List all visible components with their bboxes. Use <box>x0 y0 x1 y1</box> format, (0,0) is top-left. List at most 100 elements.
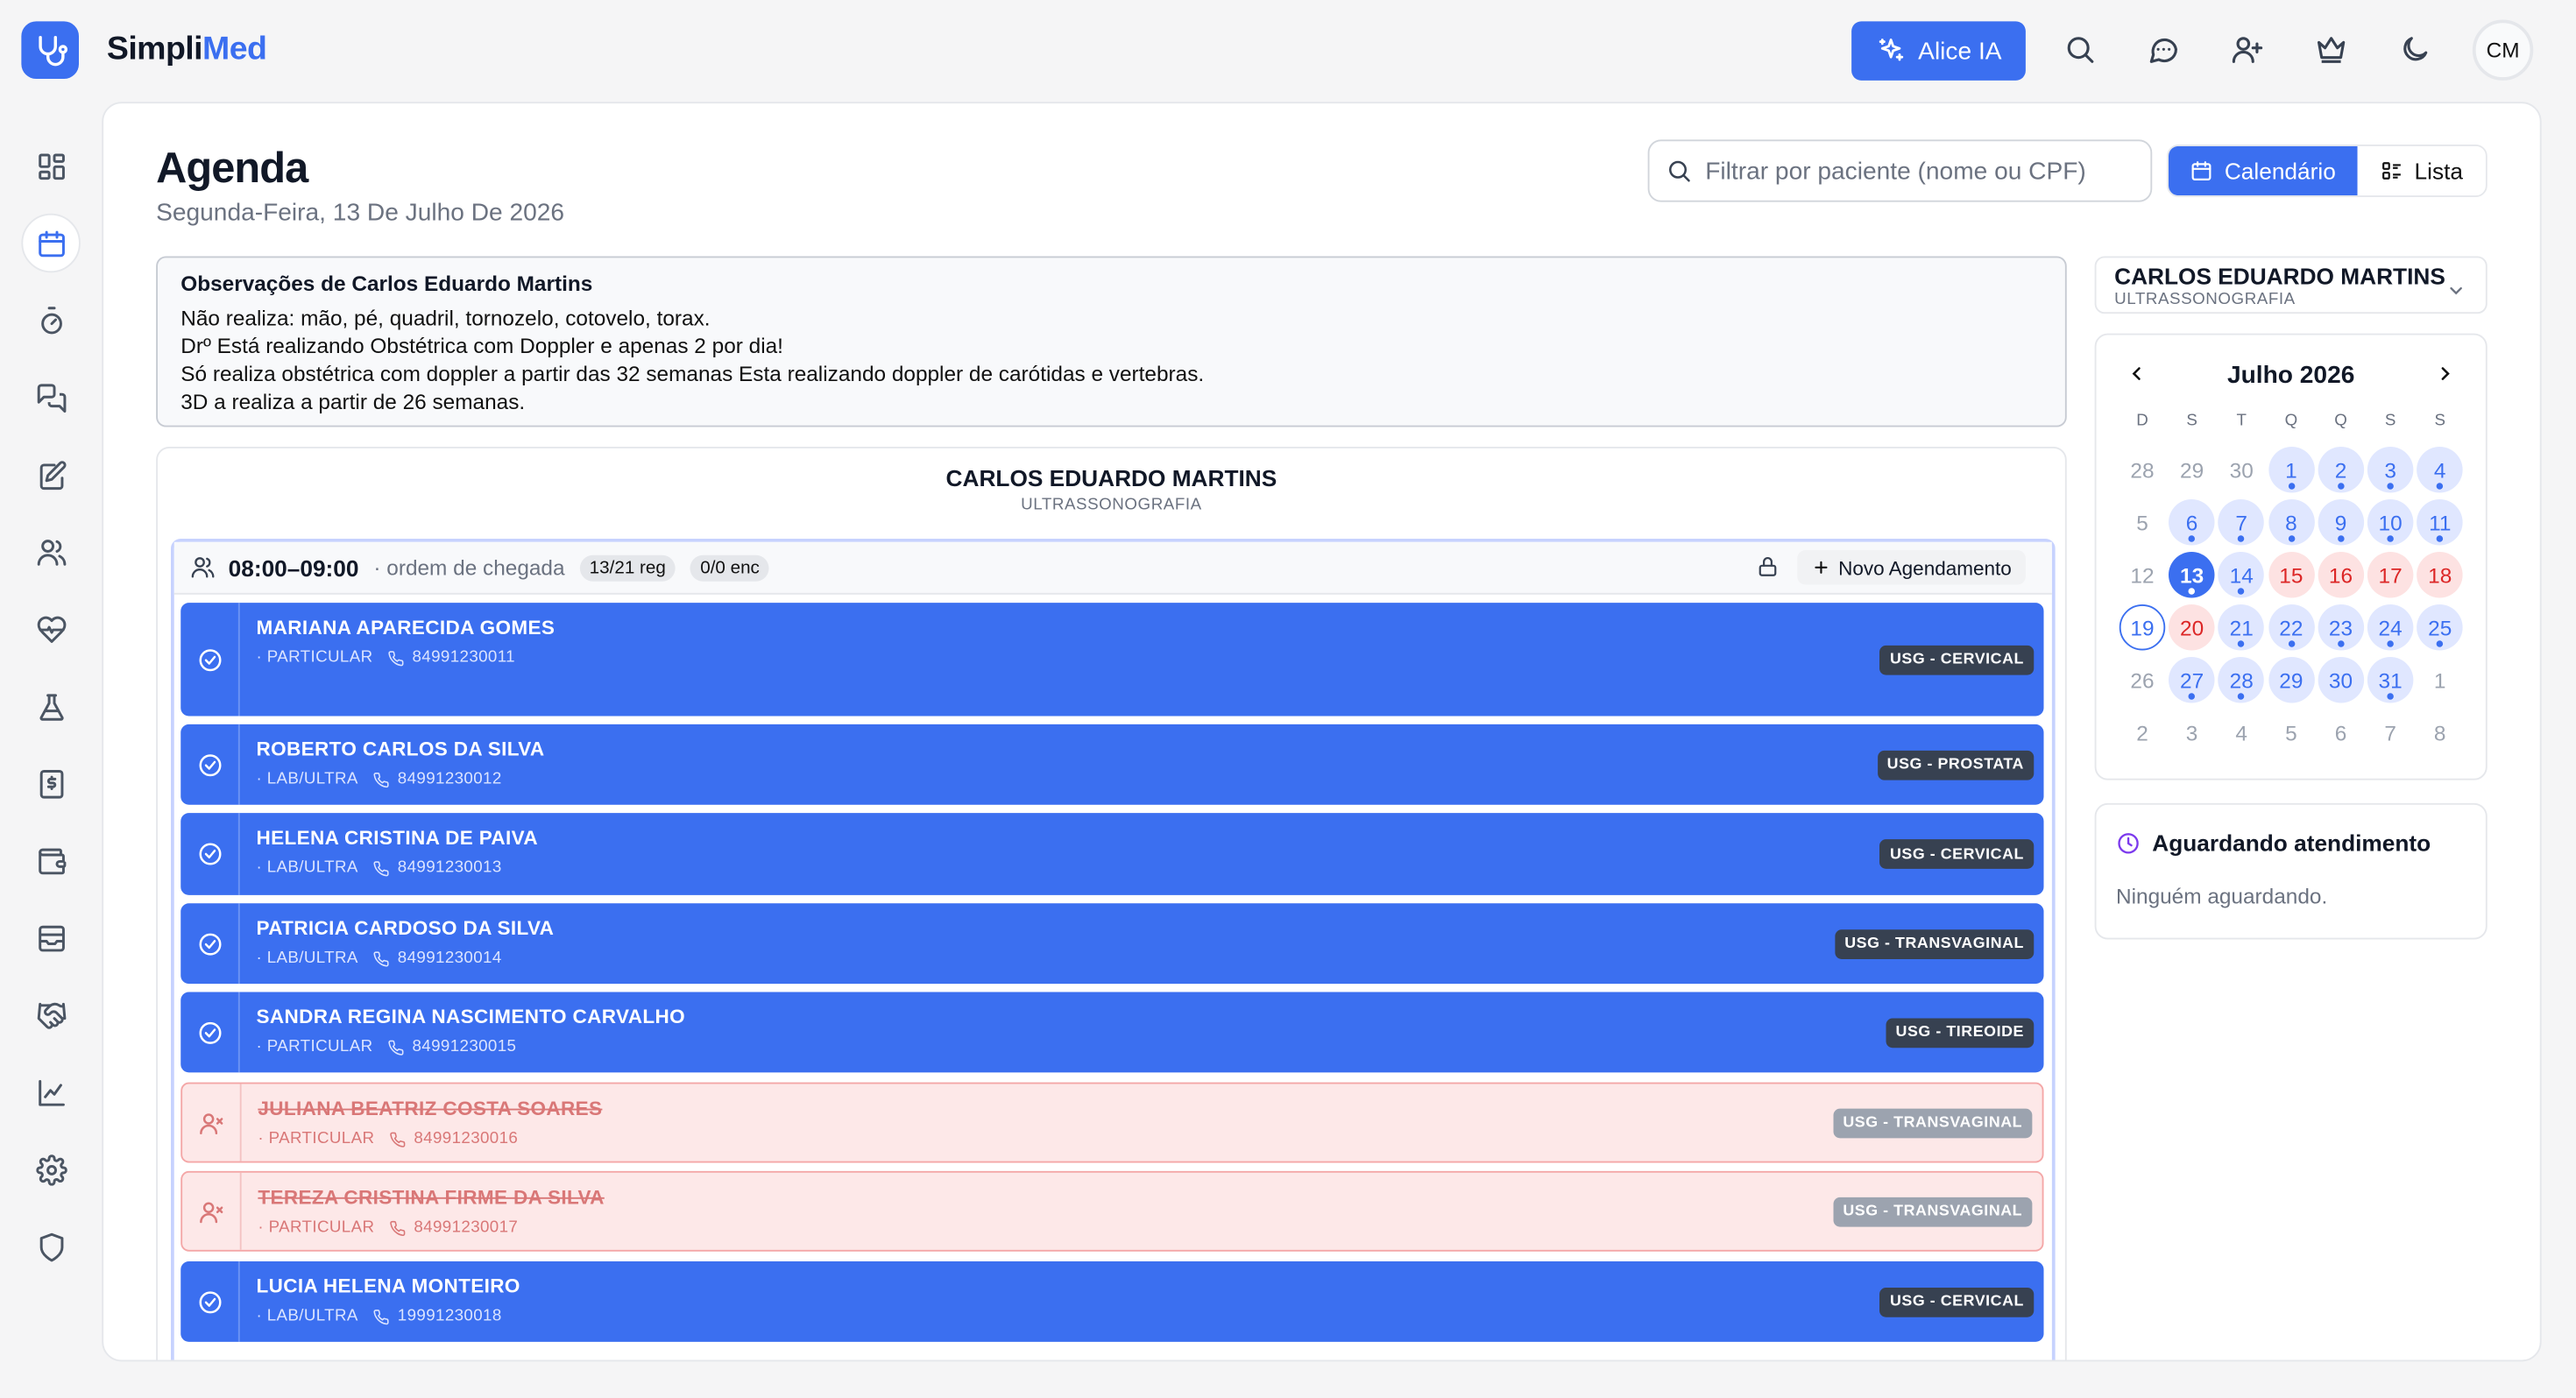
shield-icon[interactable] <box>21 1217 81 1276</box>
chat-icon[interactable] <box>2146 32 2182 67</box>
appointment-card[interactable]: SANDRA REGINA NASCIMENTO CARVALHO · PARTI… <box>180 992 2044 1073</box>
dashboard-icon[interactable] <box>21 137 81 196</box>
search-icon[interactable] <box>2062 32 2098 67</box>
check-circle-icon[interactable] <box>180 1261 240 1342</box>
user-x-icon[interactable] <box>182 1172 242 1250</box>
moon-icon[interactable] <box>2397 32 2433 67</box>
check-circle-icon[interactable] <box>180 903 240 985</box>
calendar-day[interactable]: 6 <box>2169 499 2215 546</box>
calendar-day[interactable]: 15 <box>2268 552 2315 598</box>
stethoscope-logo-icon[interactable] <box>21 21 79 79</box>
calendar-day[interactable]: 1 <box>2268 447 2315 493</box>
calendar-day[interactable]: 13 <box>2169 552 2215 598</box>
calendar-icon[interactable] <box>21 213 81 273</box>
lock-icon[interactable] <box>1756 555 1779 587</box>
calendar-day[interactable]: 22 <box>2268 604 2315 651</box>
calendar-day-number: 31 <box>2378 667 2403 693</box>
calendar-day[interactable]: 16 <box>2318 552 2364 598</box>
check-circle-icon[interactable] <box>180 813 240 895</box>
appointment-card-cancelled[interactable]: JULIANA BEATRIZ COSTA SOARES · PARTICULAR… <box>180 1082 2044 1163</box>
calendar-day[interactable]: 30 <box>2318 657 2364 703</box>
chart-icon[interactable] <box>21 1063 81 1122</box>
add-user-icon[interactable] <box>2229 32 2265 67</box>
settings-gear-icon[interactable] <box>21 1140 81 1199</box>
alice-ia-button[interactable]: Alice IA <box>1851 21 2026 81</box>
check-circle-icon[interactable] <box>180 603 240 717</box>
weekday-label: S <box>2186 412 2197 431</box>
avatar[interactable]: CM <box>2472 19 2534 81</box>
chevron-right-icon[interactable] <box>2435 363 2456 392</box>
calendar-day-number: 30 <box>2229 457 2254 483</box>
patient-filter[interactable] <box>1647 139 2153 202</box>
calendar-day[interactable]: 5 <box>2268 710 2315 756</box>
calendar-day[interactable]: 19 <box>2119 604 2166 651</box>
calendar-day[interactable]: 1 <box>2417 657 2463 703</box>
calendar-day[interactable]: 2 <box>2120 710 2166 756</box>
calendar-day[interactable]: 14 <box>2218 552 2265 598</box>
calendar-day[interactable]: 27 <box>2169 657 2215 703</box>
appointment-card[interactable]: HELENA CRISTINA DE PAIVA · LAB/ULTRA 84991… <box>180 813 2044 895</box>
calendar-day[interactable]: 18 <box>2417 552 2463 598</box>
calendar-day[interactable]: 23 <box>2318 604 2364 651</box>
insurance-label: · PARTICULAR <box>258 1130 375 1148</box>
billing-icon[interactable] <box>21 754 81 814</box>
calendar-day[interactable]: 25 <box>2417 604 2463 651</box>
check-circle-icon[interactable] <box>180 992 240 1073</box>
phone-icon <box>373 771 390 787</box>
search-icon <box>1669 160 1690 182</box>
messages-icon[interactable] <box>21 368 81 427</box>
calendar-day-number: 3 <box>2185 720 2198 745</box>
calendar-day[interactable]: 17 <box>2367 552 2414 598</box>
handshake-icon[interactable] <box>21 985 81 1045</box>
users-icon[interactable] <box>21 522 81 582</box>
doctor-select[interactable]: CARLOS EDUARDO MARTINS ULTRASSONOGRAFIA <box>2094 256 2488 314</box>
wallet-icon[interactable] <box>21 831 81 891</box>
calendar-day[interactable]: 29 <box>2268 657 2315 703</box>
calendar-day[interactable]: 3 <box>2367 447 2414 493</box>
appointment-card[interactable]: MARIANA APARECIDA GOMES · PARTICULAR 84991… <box>180 603 2044 717</box>
calendar-day[interactable]: 20 <box>2169 604 2215 651</box>
calendar-day[interactable]: 21 <box>2218 604 2265 651</box>
appointment-card[interactable]: ROBERTO CARLOS DA SILVA · LAB/ULTRA 849912… <box>180 724 2044 805</box>
calendar-day[interactable]: 7 <box>2367 710 2414 756</box>
calendar-day[interactable]: 9 <box>2318 499 2364 546</box>
calendar-day[interactable]: 5 <box>2120 499 2166 546</box>
calendar-day[interactable]: 30 <box>2219 447 2265 493</box>
calendar-day[interactable]: 10 <box>2367 499 2414 546</box>
appointment-card[interactable]: LUCIA HELENA MONTEIRO · LAB/ULTRA 19991230… <box>180 1261 2044 1342</box>
calendar-day[interactable]: 8 <box>2417 710 2463 756</box>
user-x-icon[interactable] <box>182 1084 242 1161</box>
calendar-day[interactable]: 4 <box>2219 710 2265 756</box>
inbox-icon[interactable] <box>21 908 81 968</box>
heart-pulse-icon[interactable] <box>21 599 81 659</box>
calendar-day-number: 28 <box>2229 667 2254 693</box>
edit-record-icon[interactable] <box>21 445 81 505</box>
check-circle-icon[interactable] <box>180 724 240 805</box>
calendar-day[interactable]: 24 <box>2367 604 2414 651</box>
calendar-day[interactable]: 6 <box>2318 710 2364 756</box>
calendar-day[interactable]: 29 <box>2169 447 2215 493</box>
new-appointment-button[interactable]: Novo Agendamento <box>1797 550 2027 585</box>
calendar-view-button[interactable]: Calendário <box>2169 145 2358 196</box>
calendar-day[interactable]: 26 <box>2120 657 2166 703</box>
calendar-day[interactable]: 12 <box>2120 552 2166 598</box>
calendar-day[interactable]: 28 <box>2120 447 2166 493</box>
calendar-day[interactable]: 7 <box>2218 499 2265 546</box>
calendar-day[interactable]: 4 <box>2417 447 2463 493</box>
calendar-day[interactable]: 3 <box>2169 710 2215 756</box>
calendar-day[interactable]: 28 <box>2218 657 2265 703</box>
calendar-view-label: Calendário <box>2224 158 2336 184</box>
appointment-card[interactable]: PATRICIA CARDOSO DA SILVA · LAB/ULTRA 8499… <box>180 903 2044 985</box>
calendar-day[interactable]: 2 <box>2318 447 2364 493</box>
calendar-day[interactable]: 31 <box>2367 657 2414 703</box>
crown-icon[interactable] <box>2313 32 2349 67</box>
calendar-day[interactable]: 8 <box>2268 499 2315 546</box>
sparkles-icon <box>1878 39 1903 61</box>
patient-filter-input[interactable] <box>1705 157 2133 185</box>
timer-icon[interactable] <box>21 291 81 350</box>
list-view-button[interactable]: Lista <box>2357 145 2486 196</box>
calendar-icon <box>2191 161 2212 180</box>
calendar-day[interactable]: 11 <box>2417 499 2463 546</box>
flask-icon[interactable] <box>21 677 81 737</box>
appointment-card-cancelled[interactable]: TEREZA CRISTINA FIRME DA SILVA · PARTICUL… <box>180 1170 2044 1252</box>
